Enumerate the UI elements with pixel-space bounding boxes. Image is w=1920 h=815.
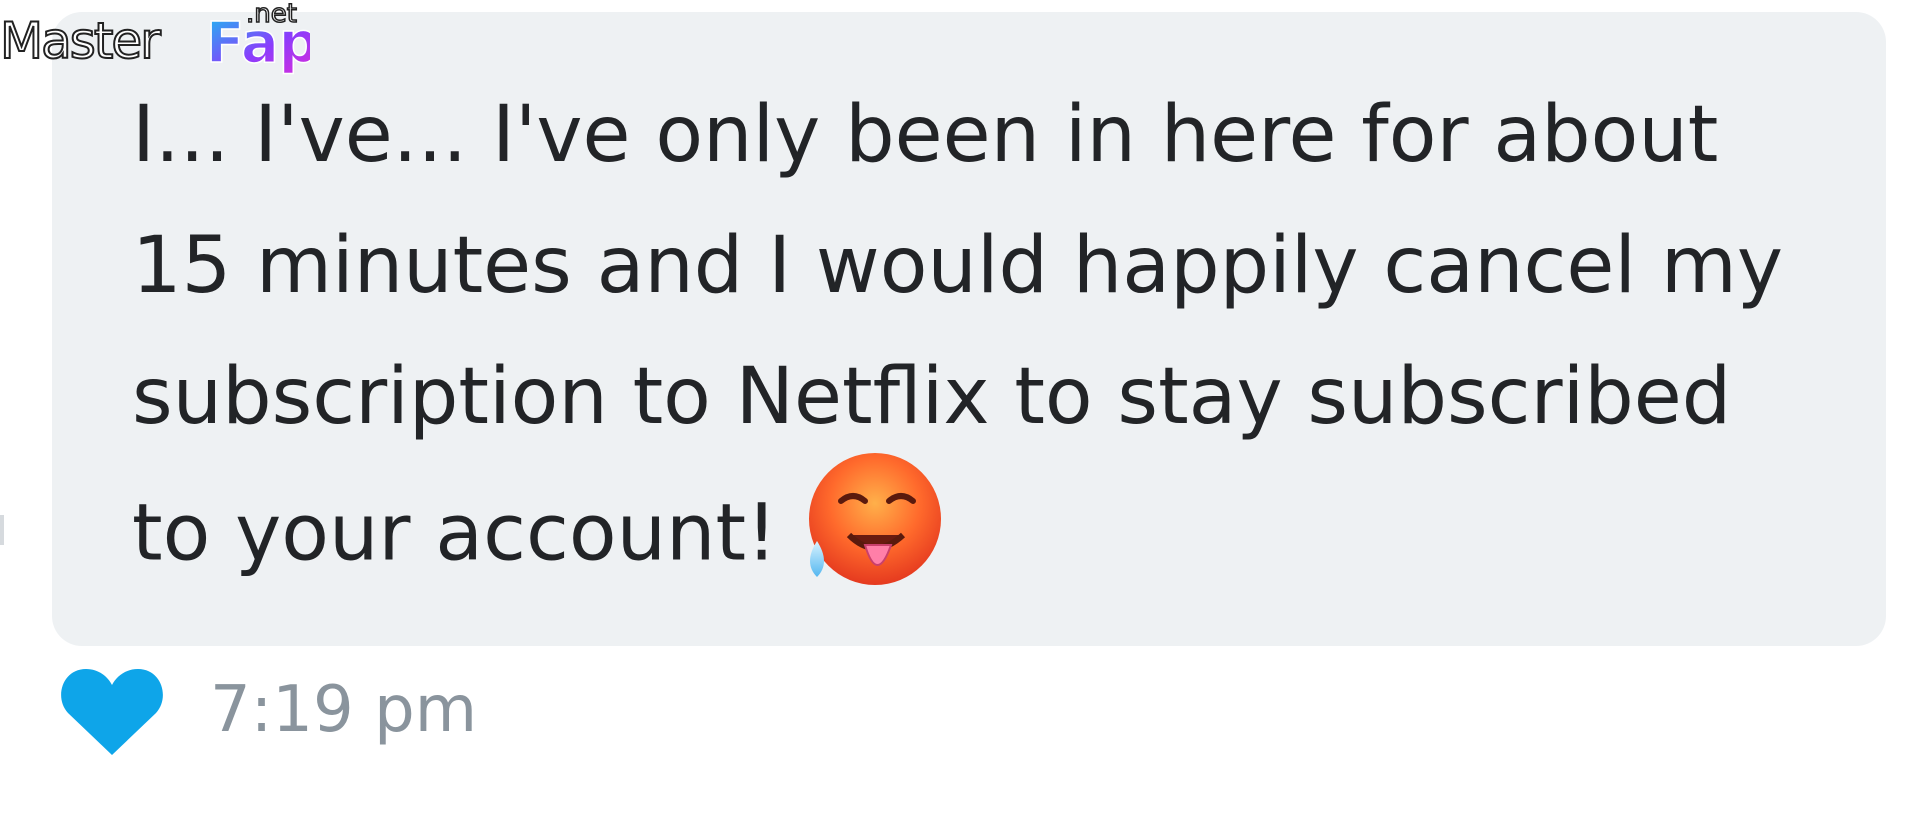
heart-icon[interactable] [60,663,164,757]
edge-marker [0,515,4,545]
hot-face-emoji-icon [809,453,942,585]
watermark-brand-suffix: Fap [206,11,310,76]
message-timestamp: 7:19 pm [210,673,478,747]
message-text-block: I... I've... I've only been in here for … [132,70,1832,613]
message-text: I... I've... I've only been in here for … [132,90,1783,579]
watermark-logo: .net Master Fap [0,0,310,77]
message-footer: 7:19 pm [60,660,477,760]
watermark-brand-prefix: Master [0,12,161,70]
